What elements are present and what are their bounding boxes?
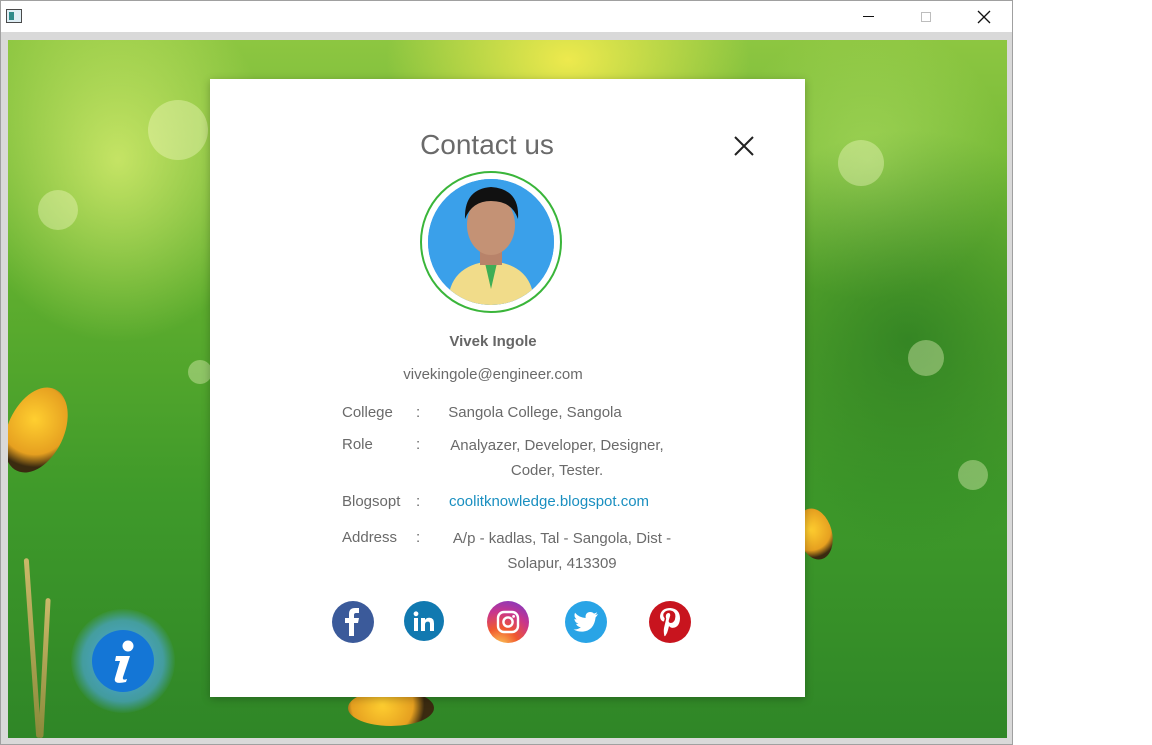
field-value-line: Solapur, 413309 (507, 555, 617, 572)
grass-stalk (23, 558, 42, 738)
close-icon (977, 10, 991, 23)
maximize-button[interactable] (897, 1, 955, 32)
avatar-ring (420, 171, 562, 313)
twitter-icon (573, 612, 598, 632)
pinterest-button[interactable] (649, 601, 691, 643)
dialog-title: Contact us (420, 129, 554, 160)
field-value-line: Coder, Tester. (510, 462, 604, 479)
field-value-line: A/p - kadlas, Tal - Sangola, Dist - (452, 530, 672, 547)
avatar (428, 179, 554, 305)
bokeh-light (958, 460, 988, 490)
instagram-icon (496, 610, 520, 634)
field-label-college: College (342, 404, 393, 421)
field-colon: : (416, 529, 421, 546)
butterfly-left (8, 377, 81, 483)
window-close-button[interactable] (955, 1, 1013, 32)
contact-dialog: Contact us Vivek Ingole vivekingole@engi… (210, 79, 805, 697)
linkedin-button[interactable] (404, 601, 444, 641)
field-value-line: Analyazer, Developer, Designer, (450, 437, 664, 454)
avatar-photo (428, 179, 554, 305)
field-label-role: Role (342, 436, 373, 453)
twitter-button[interactable] (565, 601, 607, 643)
app-window-icon (6, 9, 22, 23)
bokeh-light (908, 340, 944, 376)
field-colon: : (416, 436, 421, 453)
field-colon: : (416, 404, 421, 421)
contact-email: vivekingole@engineer.com (403, 366, 583, 383)
field-value-line: coolitknowledge.blogspot.com (448, 493, 650, 510)
bokeh-light (838, 140, 884, 186)
field-colon: : (416, 493, 421, 510)
linkedin-icon (413, 611, 434, 631)
field-value-college: Sangola College, Sangola (440, 400, 630, 425)
pinterest-icon (660, 608, 680, 637)
blog-link[interactable]: coolitknowledge.blogspot.com (440, 489, 658, 514)
dialog-close-icon[interactable] (730, 132, 758, 160)
bokeh-light (148, 100, 208, 160)
facebook-icon (345, 608, 359, 636)
field-label-address: Address (342, 529, 398, 546)
info-icon (114, 640, 134, 683)
grass-stalk (38, 597, 51, 738)
contact-name: Vivek Ingole (449, 333, 537, 350)
bokeh-light (38, 190, 78, 230)
minimize-button[interactable] (839, 1, 897, 32)
field-label-blog: Blogsopt (342, 493, 401, 510)
facebook-button[interactable] (332, 601, 374, 643)
minimize-icon (862, 16, 874, 17)
instagram-button[interactable] (487, 601, 529, 643)
field-value-role: Analyazer, Developer, Designer, Coder, T… (438, 433, 676, 483)
title-bar (1, 1, 1012, 32)
field-value-address: A/p - kadlas, Tal - Sangola, Dist - Sola… (434, 526, 690, 576)
maximize-icon (921, 11, 931, 22)
info-button[interactable] (71, 609, 175, 713)
info-button-circle (92, 630, 154, 692)
field-value-line: Sangola College, Sangola (448, 404, 622, 421)
bokeh-light (188, 360, 212, 384)
